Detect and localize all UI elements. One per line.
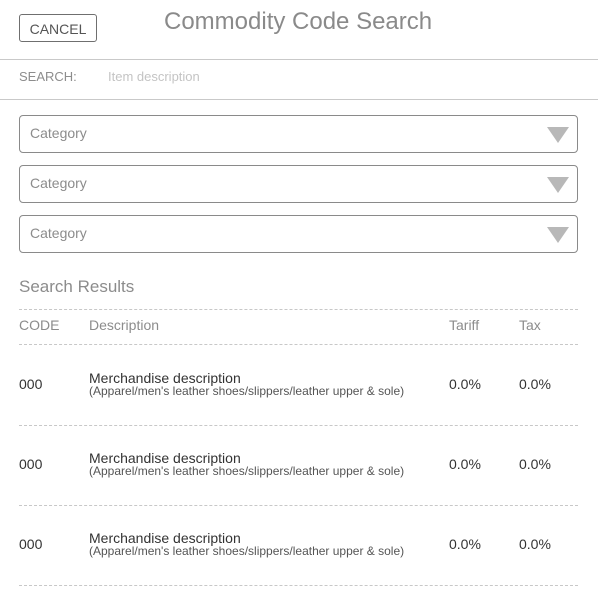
row-description-detail: (Apparel/men's leather shoes/slippers/le… — [89, 384, 405, 398]
cancel-button[interactable]: CANCEL — [19, 14, 97, 42]
row-code: 000 — [19, 376, 43, 392]
table-row[interactable]: 000 Merchandise description (Apparel/men… — [0, 425, 598, 505]
row-tariff: 0.0% — [449, 456, 481, 472]
row-tax: 0.0% — [519, 536, 551, 552]
page-title: Commodity Code Search — [164, 8, 433, 35]
dropdown-arrow-icon — [547, 177, 569, 193]
category-select-3[interactable]: Category — [19, 215, 578, 253]
row-description-detail: (Apparel/men's leather shoes/slippers/le… — [89, 464, 405, 478]
category-select-1[interactable]: Category — [19, 115, 578, 153]
dropdown-arrow-icon — [547, 127, 569, 143]
commodity-code-search-screen: CANCEL Commodity Code Search SEARCH: Cat… — [0, 0, 598, 598]
column-header-description: Description — [89, 317, 160, 333]
search-input[interactable] — [108, 64, 578, 88]
table-row[interactable]: 000 Merchandise description (Apparel/men… — [0, 505, 598, 585]
row-tariff: 0.0% — [449, 536, 481, 552]
column-header-code: CODE — [19, 317, 60, 333]
row-code: 000 — [19, 456, 43, 472]
column-header-tariff: Tariff — [449, 317, 480, 333]
search-label: SEARCH: — [19, 69, 77, 84]
category-select-2[interactable]: Category — [19, 165, 578, 203]
row-tax: 0.0% — [519, 456, 551, 472]
search-divider — [0, 99, 598, 100]
row-tax: 0.0% — [519, 376, 551, 392]
header-divider — [0, 59, 598, 60]
row-code: 000 — [19, 536, 43, 552]
dropdown-arrow-icon — [547, 227, 569, 243]
row-tariff: 0.0% — [449, 376, 481, 392]
category-select-label: Category — [30, 175, 87, 191]
category-select-label: Category — [30, 125, 87, 141]
table-row[interactable]: 000 Merchandise description (Apparel/men… — [0, 345, 598, 425]
category-select-label: Category — [30, 225, 87, 241]
row-divider — [19, 585, 578, 586]
column-header-tax: Tax — [519, 317, 541, 333]
row-description-detail: (Apparel/men's leather shoes/slippers/le… — [89, 544, 405, 558]
search-results-heading: Search Results — [19, 277, 135, 296]
results-top-divider — [19, 309, 578, 310]
